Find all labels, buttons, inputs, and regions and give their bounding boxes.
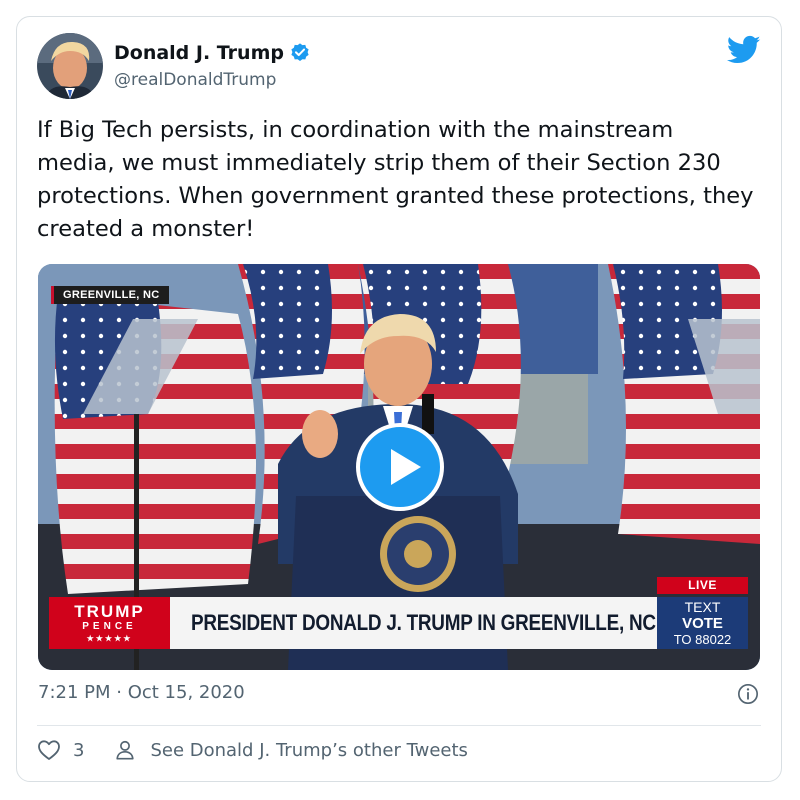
author-handle[interactable]: @realDonaldTrump	[114, 70, 276, 90]
location-tag: GREENVILLE, NC	[51, 286, 169, 304]
tweet-text: If Big Tech persists, in coordination wi…	[37, 117, 754, 242]
cta-line-1: TEXT	[684, 599, 721, 615]
heart-icon[interactable]	[37, 739, 61, 761]
live-badge: LIVE	[657, 577, 748, 594]
tweet-timestamp[interactable]: 7:21 PM · Oct 15, 2020	[38, 682, 245, 703]
author-name[interactable]: Donald J. Trump	[114, 42, 284, 64]
see-other-tweets-label[interactable]: See Donald J. Trump’s other Tweets	[150, 740, 467, 761]
tweet-card[interactable]: Donald J. Trump @realDonaldTrump If Big …	[16, 16, 782, 782]
see-other-tweets-link[interactable]: See Donald J. Trump’s other Tweets	[114, 739, 468, 761]
play-button[interactable]	[356, 423, 444, 511]
lower-third-banner: TRUMP PENCE ★★★★★ PRESIDENT DONALD J. TR…	[49, 597, 659, 649]
logo-line-2: PENCE	[82, 621, 137, 632]
like-count[interactable]: 3	[73, 740, 84, 761]
campaign-logo: TRUMP PENCE ★★★★★	[49, 597, 170, 649]
verified-badge-icon	[291, 43, 309, 61]
logo-line-1: TRUMP	[74, 602, 145, 621]
video-player[interactable]: GREENVILLE, NC LIVE TRUMP PENCE ★★★★★ PR…	[38, 264, 760, 670]
info-icon[interactable]	[737, 683, 759, 705]
cta-line-3: TO 88022	[673, 632, 732, 647]
news-headline: PRESIDENT DONALD J. TRUMP IN GREENVILLE,…	[191, 610, 656, 635]
logo-stars: ★★★★★	[86, 634, 133, 643]
cta-line-2: VOTE	[682, 615, 723, 632]
avatar[interactable]	[37, 33, 103, 99]
divider	[37, 725, 761, 726]
play-icon	[391, 449, 421, 485]
author-name-row[interactable]: Donald J. Trump	[114, 42, 311, 64]
person-icon	[116, 740, 135, 760]
text-vote-box: TEXT VOTE TO 88022	[657, 597, 748, 649]
avatar-image	[37, 33, 103, 99]
tweet-actions: 3 See Donald J. Trump’s other Tweets	[37, 739, 468, 761]
twitter-bird-icon[interactable]	[727, 35, 761, 65]
